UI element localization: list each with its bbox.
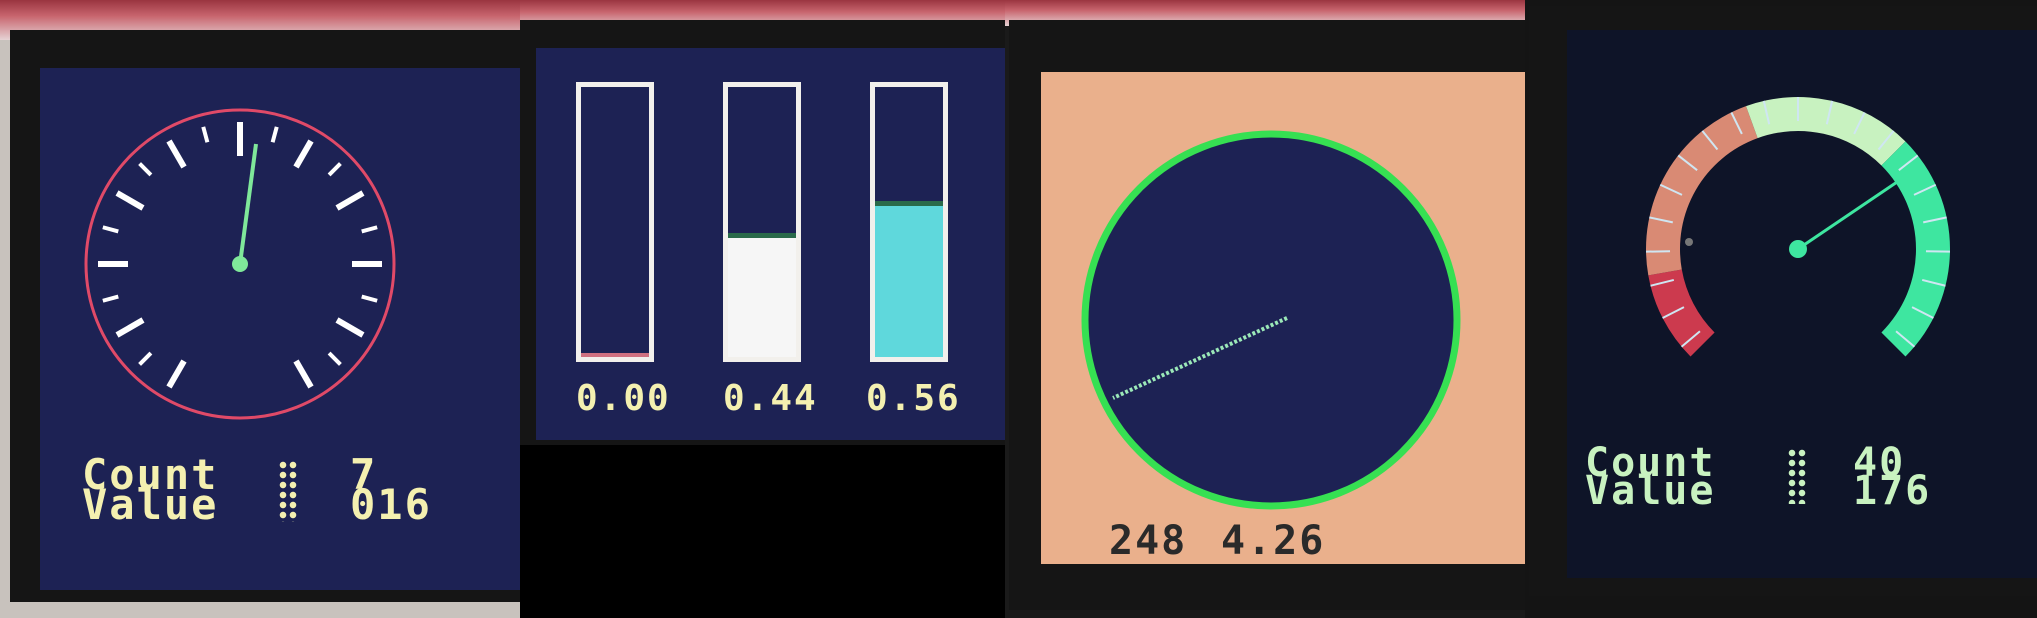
meter-bar-2-fill bbox=[728, 233, 796, 357]
dial-minor-tick bbox=[327, 162, 342, 177]
dial-tick bbox=[335, 317, 365, 338]
gauge-needle bbox=[1797, 176, 1904, 251]
dial-hub bbox=[232, 256, 248, 272]
meter-bar-3 bbox=[870, 82, 948, 362]
dial-minor-tick bbox=[138, 351, 153, 366]
readout-right: 4.26 bbox=[1221, 518, 1326, 564]
dial-minor-tick bbox=[201, 126, 210, 143]
gauge-pivot-dot bbox=[1685, 238, 1693, 246]
meter-bar-1-value: 0.00 bbox=[576, 378, 671, 419]
round-meter-graphic bbox=[1081, 130, 1461, 510]
dial-tick bbox=[166, 139, 187, 169]
meter-bar-3-value: 0.56 bbox=[866, 378, 961, 419]
panel-arc-gauge: Count Value 40 176 bbox=[1525, 0, 2037, 618]
value-value: 016 bbox=[350, 480, 432, 529]
lcd-screen: 0.00 0.44 0.56 bbox=[536, 48, 1005, 440]
dial-tick bbox=[293, 139, 314, 169]
dial-minor-tick bbox=[102, 294, 119, 303]
dial-minor-tick bbox=[102, 225, 119, 234]
dial-tick bbox=[115, 190, 145, 211]
dial-minor-tick bbox=[361, 294, 378, 303]
panel-round-meter: 248 4.26 bbox=[1005, 0, 1525, 618]
gauge-segment-light-green bbox=[1746, 97, 1906, 166]
readout-left: 248 bbox=[1109, 518, 1188, 564]
gauge-segment-green bbox=[1881, 141, 1950, 357]
dial-minor-tick bbox=[270, 126, 279, 143]
dial-minor-tick bbox=[138, 162, 153, 177]
value-value: 176 bbox=[1853, 468, 1932, 514]
meter-bar-1-fill bbox=[581, 353, 649, 357]
separator-dots bbox=[1787, 448, 1807, 504]
lcd-screen: Count Value 40 176 bbox=[1567, 30, 2037, 578]
panel-analog-dial: Count Value 7 016 bbox=[0, 0, 520, 618]
lcd-screen: 248 4.26 bbox=[1041, 72, 1525, 564]
dial-minor-tick bbox=[361, 225, 378, 234]
value-label: Value bbox=[82, 480, 219, 529]
dial-needle bbox=[238, 143, 258, 265]
lcd-screen: Count Value 7 016 bbox=[40, 68, 520, 590]
gauge-arc-segments bbox=[1646, 97, 1950, 357]
dial-tick bbox=[166, 359, 187, 389]
meter-bar-3-fill bbox=[875, 201, 943, 357]
meter-bar-2-value: 0.44 bbox=[723, 378, 818, 419]
meter-bar-1 bbox=[576, 82, 654, 362]
gauge-segment-red bbox=[1648, 269, 1715, 357]
meter-bar-2 bbox=[723, 82, 801, 362]
panel-bar-meters: 0.00 0.44 0.56 bbox=[520, 0, 1005, 618]
dial-tick bbox=[293, 359, 314, 389]
dial-minor-tick bbox=[327, 351, 342, 366]
dial-tick bbox=[115, 317, 145, 338]
gauge-hub bbox=[1789, 240, 1807, 258]
meter-ring bbox=[1081, 130, 1461, 510]
separator-dots bbox=[278, 460, 298, 522]
value-label: Value bbox=[1585, 468, 1716, 514]
dial-tick bbox=[335, 190, 365, 211]
